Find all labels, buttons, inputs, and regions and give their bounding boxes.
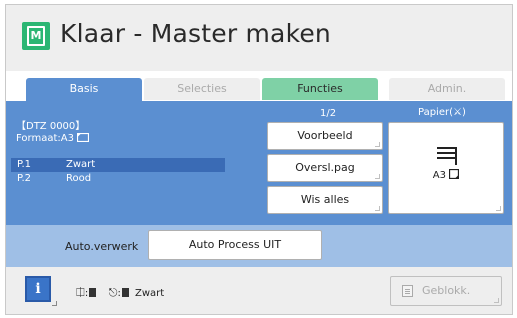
blocked-button-label: Geblokk. xyxy=(422,284,471,297)
button-corner xyxy=(496,206,501,211)
preview-button-label: Voorbeeld xyxy=(297,129,353,142)
page-title: Klaar - Master maken xyxy=(60,19,331,48)
button-corner xyxy=(494,298,499,303)
page-indicator: 1/2 xyxy=(320,108,337,119)
master-icon: M xyxy=(22,22,50,50)
paper-button[interactable]: A3 xyxy=(388,122,504,214)
ink-color-label: Zwart xyxy=(135,288,165,299)
blocked-button[interactable]: Geblokk. xyxy=(390,276,502,306)
auto-process-button-label: Auto Process UIT xyxy=(188,238,282,251)
screen: M Klaar - Master maken Basis Selecties F… xyxy=(5,4,513,315)
format-label: Formaat:A3 xyxy=(16,132,90,145)
page-number: P.1 xyxy=(17,159,32,170)
clear-all-button-label: Wis alles xyxy=(300,193,350,206)
page-color: Zwart xyxy=(66,159,96,170)
info-button[interactable]: i xyxy=(25,276,57,306)
paper-label: Papier(⚔) xyxy=(418,107,466,118)
paper-size: A3 xyxy=(389,168,503,181)
job-info: 【DTZ 0000】 Formaat:A3 xyxy=(16,121,90,145)
master-icon-letter: M xyxy=(30,29,42,42)
tab-selecties[interactable]: Selecties xyxy=(144,78,260,100)
skip-page-button-label: Oversl.pag xyxy=(295,161,355,174)
page-color: Rood xyxy=(66,173,92,184)
skip-page-button[interactable]: Oversl.pag xyxy=(267,154,383,182)
paper-tray-icon xyxy=(437,147,457,165)
button-corner xyxy=(375,174,380,179)
color-row-p2[interactable]: P.2 Rood xyxy=(11,172,225,186)
header: M Klaar - Master maken xyxy=(6,5,512,71)
format-text: Formaat:A3 xyxy=(16,133,74,144)
ink-icon: ⎋ xyxy=(108,286,118,299)
info-icon: i xyxy=(35,281,41,297)
consumables-status: ⎅: ⎋: Zwart xyxy=(76,286,165,299)
page-number: P.2 xyxy=(17,173,32,184)
landscape-paper-icon xyxy=(77,132,90,143)
document-icon xyxy=(402,285,413,297)
auto-process-label: Auto.verwerk xyxy=(65,240,139,253)
color-row-p1[interactable]: P.1 Zwart xyxy=(11,158,225,172)
tab-admin[interactable]: Admin. xyxy=(389,78,505,100)
drum-icon: ⎅ xyxy=(76,286,85,299)
button-corner xyxy=(375,206,380,211)
portrait-paper-icon xyxy=(449,168,460,180)
ink-level-icon xyxy=(121,288,129,297)
tab-functies[interactable]: Functies xyxy=(262,78,378,100)
tab-basis[interactable]: Basis xyxy=(26,78,142,102)
drum-level-icon xyxy=(89,288,97,297)
preview-button[interactable]: Voorbeeld xyxy=(267,122,383,150)
paper-size-text: A3 xyxy=(432,170,446,181)
auto-process-button[interactable]: Auto Process UIT xyxy=(148,230,322,260)
button-corner xyxy=(52,301,57,306)
dtz-label: 【DTZ 0000】 xyxy=(16,121,86,132)
clear-all-button[interactable]: Wis alles xyxy=(267,186,383,214)
footer: i ⎅: ⎋: Zwart Geblokk. xyxy=(6,267,512,314)
button-corner xyxy=(375,142,380,147)
